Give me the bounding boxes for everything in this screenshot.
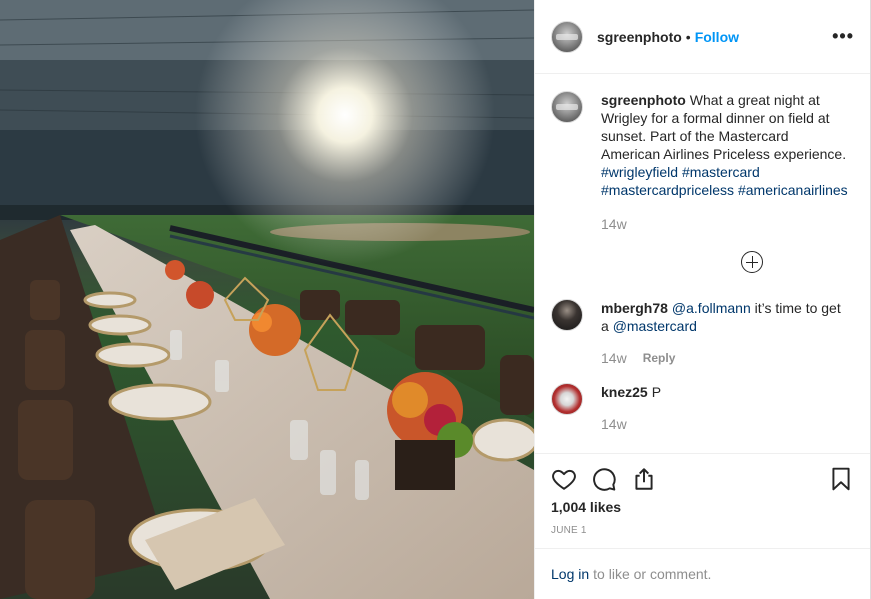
follow-button[interactable]: Follow (695, 29, 739, 45)
comment-username[interactable]: mbergh78 (601, 300, 668, 316)
mention[interactable]: @a.follmann (672, 300, 751, 316)
comment-username[interactable]: knez25 (601, 384, 648, 400)
comment-meta: 14w Reply (601, 349, 849, 367)
comments-list[interactable]: sgreenphoto What a great night at Wrigley… (535, 75, 870, 453)
comment-meta: 14w (601, 415, 849, 433)
author-username[interactable]: sgreenphoto (597, 29, 682, 45)
comment-text: knez25 P (601, 383, 849, 401)
login-prompt: Log in to like or comment. (535, 548, 870, 599)
heart-icon[interactable] (551, 466, 577, 492)
commenter-avatar[interactable] (551, 299, 583, 331)
load-more-comments-icon[interactable] (741, 251, 763, 273)
comment: mbergh78 @a.follmann it’s time to get a @… (551, 299, 854, 367)
login-text: to like or comment. (593, 566, 712, 582)
hashtag[interactable]: #mastercard (682, 164, 760, 180)
comment: knez25 P 14w (551, 383, 854, 433)
post-photo[interactable] (0, 0, 534, 599)
caption-time[interactable]: 14w (601, 215, 627, 233)
action-bar (535, 453, 870, 503)
caption-username[interactable]: sgreenphoto (601, 92, 686, 108)
share-icon[interactable] (631, 466, 657, 492)
photo-scene (0, 0, 534, 599)
hashtag[interactable]: #americanairlines (738, 182, 848, 198)
caption-text: sgreenphoto What a great night at Wrigley… (601, 91, 849, 199)
caption-meta: 14w (601, 215, 849, 233)
post-sidebar: sgreenphoto • Follow ••• sgreenphoto What… (534, 0, 871, 599)
commenter-avatar[interactable] (551, 383, 583, 415)
comment-text: mbergh78 @a.follmann it’s time to get a @… (601, 299, 849, 335)
hashtag[interactable]: #mastercardpriceless (601, 182, 734, 198)
comment-body: P (651, 384, 662, 400)
hashtag[interactable]: #wrigleyfield (601, 164, 678, 180)
caption-avatar[interactable] (551, 91, 583, 123)
author-avatar[interactable] (551, 20, 583, 53)
mention[interactable]: @mastercard (613, 318, 697, 334)
bookmark-icon[interactable] (828, 466, 854, 492)
like-count[interactable]: 1,004 likes (551, 499, 621, 515)
caption: sgreenphoto What a great night at Wrigley… (551, 91, 854, 273)
comment-time[interactable]: 14w (601, 415, 627, 433)
reply-button[interactable]: Reply (643, 349, 676, 367)
comment-icon[interactable] (591, 466, 617, 492)
post-date[interactable]: JUNE 1 (551, 525, 587, 536)
separator-dot: • (685, 28, 691, 45)
more-options-icon[interactable]: ••• (832, 27, 854, 45)
comment-time[interactable]: 14w (601, 349, 627, 367)
login-link[interactable]: Log in (551, 566, 589, 582)
post-header: sgreenphoto • Follow ••• (535, 0, 870, 74)
